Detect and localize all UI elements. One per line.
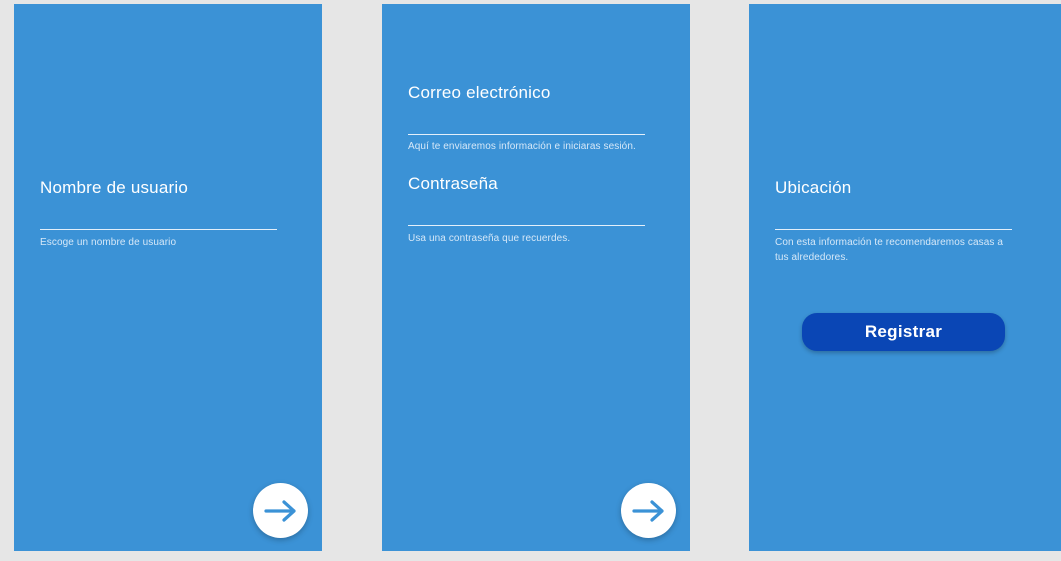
password-input[interactable] xyxy=(408,225,645,226)
email-label: Correo electrónico xyxy=(408,83,551,102)
register-button[interactable]: Registrar xyxy=(802,313,1005,351)
location-help-text: Con esta información te recomendaremos c… xyxy=(775,237,1004,263)
email-help-text: Aquí te enviaremos información e iniciar… xyxy=(408,141,636,152)
next-button[interactable] xyxy=(253,483,308,538)
signup-step-username-screen: Nombre de usuario Escoge un nombre de us… xyxy=(14,4,322,551)
username-input[interactable] xyxy=(40,229,277,230)
password-label: Contraseña xyxy=(408,174,498,193)
signup-step-location-screen: Ubicación Con esta información te recome… xyxy=(749,4,1061,551)
username-help-text: Escoge un nombre de usuario xyxy=(40,237,177,248)
next-button[interactable] xyxy=(621,483,676,538)
arrow-right-icon xyxy=(263,499,296,522)
location-input[interactable] xyxy=(775,229,1012,230)
email-input[interactable] xyxy=(408,134,645,135)
location-label: Ubicación xyxy=(775,178,852,197)
arrow-right-icon xyxy=(631,499,664,522)
signup-step-credentials-screen: Correo electrónico Aquí te enviaremos in… xyxy=(382,4,690,551)
password-help-text: Usa una contraseña que recuerdes. xyxy=(408,233,571,244)
username-label: Nombre de usuario xyxy=(40,178,188,197)
